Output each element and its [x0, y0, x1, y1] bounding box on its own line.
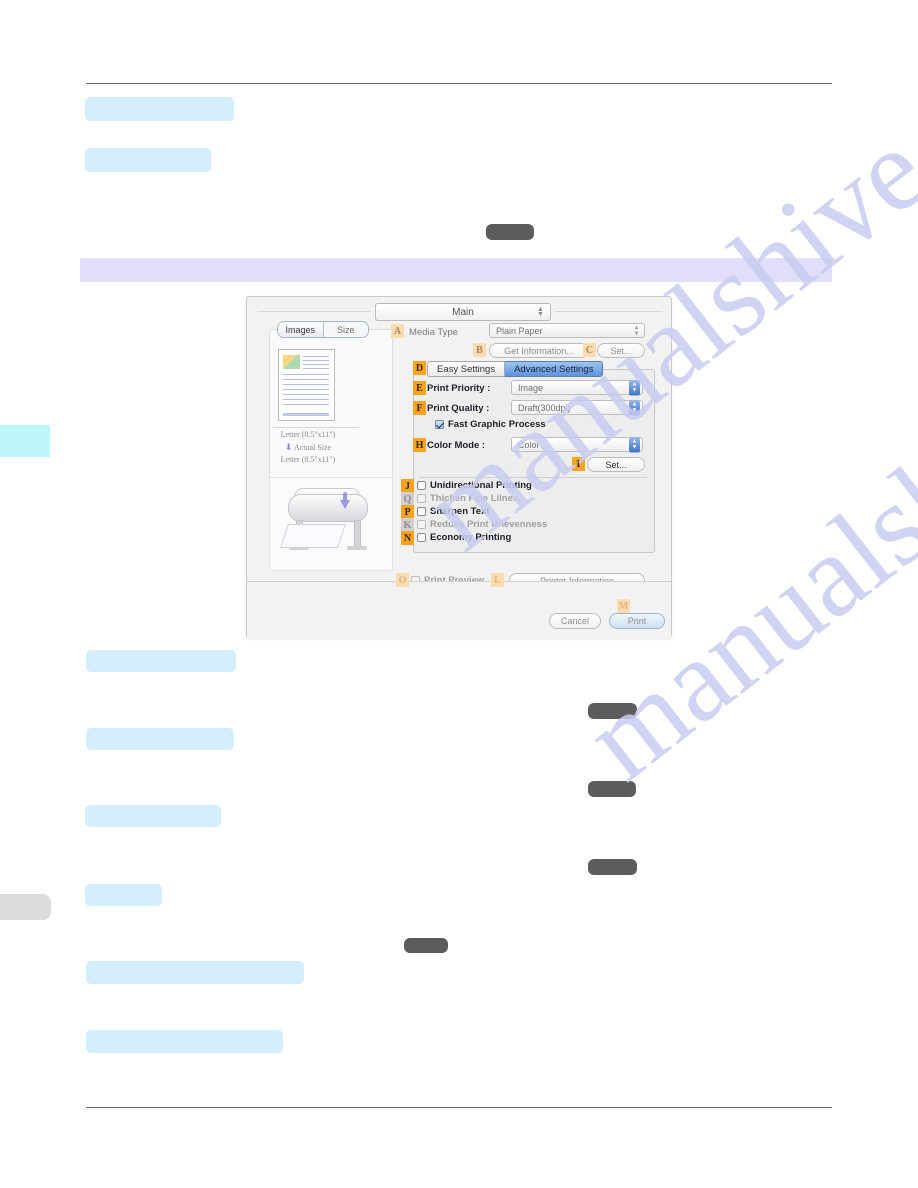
section-band	[80, 258, 832, 282]
thicken-fine-lines-checkbox	[417, 494, 426, 503]
callout-badge-q: Q	[401, 492, 414, 506]
preview-paper-size-top: Letter (8.5"x11")	[280, 430, 336, 439]
print-priority-select[interactable]: Image ▲ ▼	[511, 380, 643, 395]
fast-graphic-process-row[interactable]: Fast Graphic Process	[435, 419, 546, 430]
redacted-inline-token	[588, 859, 637, 875]
redacted-text-block	[85, 148, 211, 172]
manual-page: Main ▲ ▼ Images Size Letter (8.5"x11") ⬇…	[0, 0, 918, 1188]
footer-rule	[86, 1107, 832, 1108]
get-information-button[interactable]: Get Information...	[489, 343, 589, 358]
checkbox-row-reduce-print-unevenness: Reduce Print Unevenness	[417, 519, 547, 530]
stepper-arrows-icon: ▲ ▼	[537, 306, 544, 318]
print-priority-value: Image	[518, 382, 544, 393]
checkbox-row-unidirectional[interactable]: Unidirectional Printing	[417, 480, 532, 491]
redacted-text-block	[86, 650, 236, 672]
callout-badge-e: E	[413, 381, 426, 395]
redacted-inline-token	[486, 224, 534, 240]
color-mode-select[interactable]: Color ▲ ▼	[511, 437, 643, 452]
economy-printing-checkbox[interactable]	[417, 533, 426, 542]
set-button-color-mode[interactable]: Set...	[587, 457, 645, 472]
callout-badge-l: L	[491, 573, 504, 587]
color-mode-value: Color	[518, 439, 540, 450]
callout-badge-h: H	[413, 438, 426, 452]
callout-badge-b: B	[473, 343, 486, 357]
main-popup-label: Main	[452, 306, 474, 318]
preview-scale-row: ⬇ Actual Size	[247, 442, 369, 453]
cancel-button[interactable]: Cancel	[549, 613, 601, 629]
callout-badge-k: K	[401, 518, 414, 532]
callout-badge-j: J	[401, 479, 414, 493]
checkbox-row-sharpen-text[interactable]: Sharpen Text	[417, 506, 489, 517]
redacted-text-block	[86, 961, 304, 984]
redacted-inline-token	[588, 781, 636, 797]
thumbnail-image-block	[283, 355, 300, 369]
dialog-footer	[247, 581, 671, 640]
thicken-fine-lines-label: Thicken Fine Lilnes	[430, 493, 519, 504]
page-thumbnail	[278, 349, 335, 421]
tab-easy-settings[interactable]: Easy Settings	[427, 361, 506, 377]
checkbox-row-thicken-fine-lines: Thicken Fine Lilnes	[417, 493, 518, 504]
callout-badge-o: O	[396, 573, 409, 587]
stepper-arrows-icon: ▲ ▼	[629, 400, 640, 415]
unidirectional-printing-checkbox[interactable]	[417, 481, 426, 490]
main-popup-menu[interactable]: Main ▲ ▼	[375, 303, 551, 321]
sharpen-text-checkbox[interactable]	[417, 507, 426, 516]
stepper-arrows-icon: ▲ ▼	[633, 324, 640, 337]
print-quality-value: Draft(300dpi)	[518, 402, 571, 413]
fast-graphic-process-label: Fast Graphic Process	[448, 419, 546, 430]
callout-badge-m: M	[617, 599, 630, 613]
callout-badge-n: N	[401, 531, 414, 545]
unidirectional-printing-label: Unidirectional Printing	[430, 480, 532, 491]
callout-badge-a: A	[391, 324, 404, 338]
redacted-text-block	[85, 97, 234, 121]
media-type-value: Plain Paper	[496, 325, 543, 336]
preview-segmented-tabs[interactable]: Images Size	[277, 321, 369, 338]
callout-badge-d: D	[413, 361, 426, 375]
redacted-text-block	[86, 728, 234, 750]
print-dialog: Main ▲ ▼ Images Size Letter (8.5"x11") ⬇…	[246, 296, 672, 640]
callout-badge-p: P	[401, 505, 414, 519]
media-type-label: Media Type	[409, 327, 458, 338]
stepper-arrows-icon: ▲ ▼	[629, 437, 640, 452]
printer-illustration	[269, 477, 393, 571]
edge-tab-cyan[interactable]	[0, 425, 50, 457]
stepper-arrows-icon: ▲ ▼	[629, 380, 640, 395]
callout-badge-i: I	[572, 457, 585, 471]
redacted-text-block	[85, 805, 221, 827]
callout-badge-f: F	[413, 401, 426, 415]
callout-badge-c: C	[583, 343, 596, 357]
header-rule	[86, 83, 832, 84]
reduce-print-unevenness-checkbox	[417, 520, 426, 529]
preview-paper-size-bottom: Letter (8.5"x11")	[280, 455, 336, 464]
print-priority-label: Print Priority :	[427, 383, 491, 394]
settings-tabs[interactable]: Easy Settings Advanced Settings	[427, 361, 604, 377]
tab-advanced-settings[interactable]: Advanced Settings	[505, 361, 604, 377]
redacted-text-block	[86, 1030, 283, 1053]
redacted-inline-token	[588, 703, 637, 719]
tab-size[interactable]: Size	[324, 322, 369, 337]
preview-scale-label: Actual Size	[294, 443, 332, 452]
print-button[interactable]: Print	[609, 613, 665, 629]
print-quality-label: Print Quality :	[427, 403, 490, 414]
redacted-inline-token	[404, 938, 448, 953]
sharpen-text-label: Sharpen Text	[430, 506, 490, 517]
print-quality-select[interactable]: Draft(300dpi) ▲ ▼	[511, 400, 643, 415]
color-mode-label: Color Mode :	[427, 440, 486, 451]
redacted-text-block	[85, 884, 162, 906]
arrow-down-icon: ⬇	[284, 442, 293, 452]
reduce-print-unevenness-label: Reduce Print Unevenness	[430, 519, 548, 530]
media-type-select[interactable]: Plain Paper ▲ ▼	[489, 323, 645, 338]
tab-images[interactable]: Images	[278, 322, 324, 337]
fast-graphic-process-checkbox[interactable]	[435, 420, 444, 429]
economy-printing-label: Economy Printing	[430, 532, 512, 543]
checkbox-row-economy-printing[interactable]: Economy Printing	[417, 532, 511, 543]
set-button-media[interactable]: Set...	[597, 343, 645, 358]
edge-tab-gray[interactable]	[0, 894, 51, 920]
